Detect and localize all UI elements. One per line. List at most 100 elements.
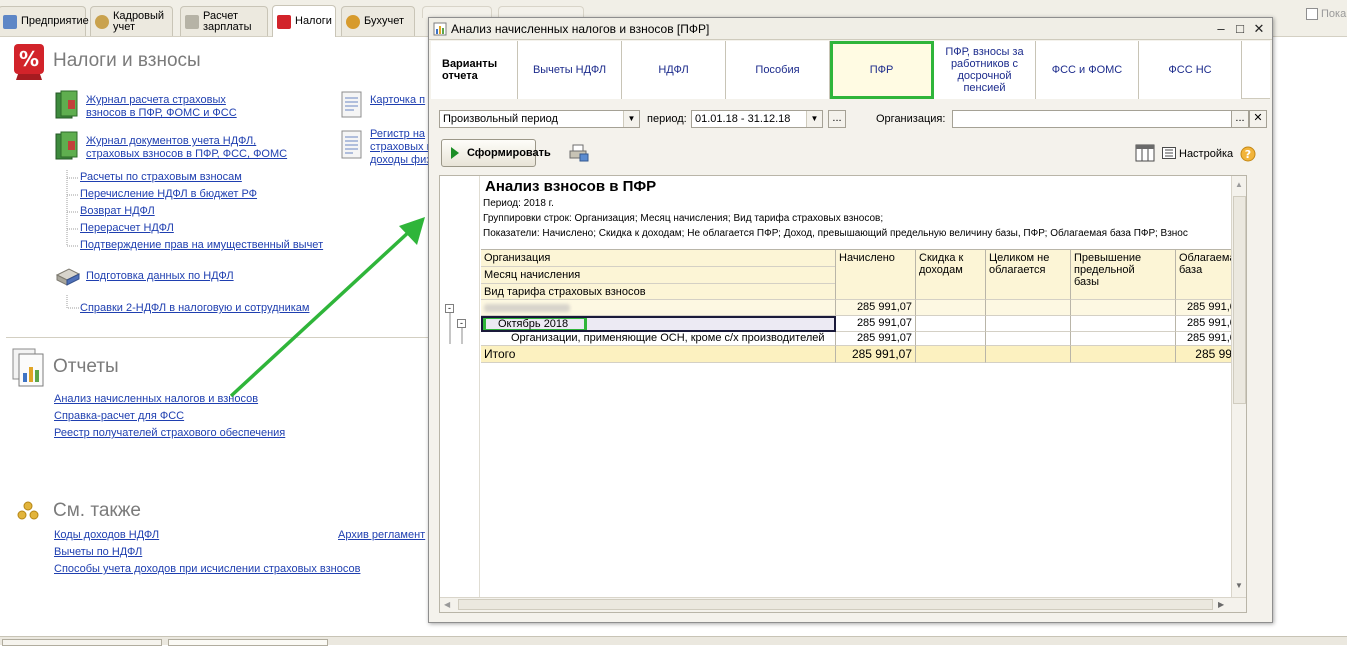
show-toggle[interactable]: Пока	[1306, 8, 1346, 20]
ndfl-journal-link-line2[interactable]: страховых взносов в ПФР, ФСС, ФОМС	[86, 148, 287, 161]
tab-pfr[interactable]: ПФР	[830, 41, 934, 99]
table-row-tariff-label[interactable]: Организации, применяющие ОСН, кроме с/х …	[481, 332, 836, 346]
chevron-down-icon[interactable]: ▼	[623, 111, 639, 127]
cell-excess[interactable]	[1071, 332, 1176, 346]
generate-button[interactable]: Сформировать	[441, 139, 551, 167]
window-title: Анализ начисленных налогов и взносов [ПФ…	[451, 21, 710, 36]
ndfl-journal-link[interactable]: Журнал документов учета НДФЛ,	[86, 135, 256, 148]
settings-button[interactable]: Настройка	[1179, 148, 1233, 160]
reports-archive-link[interactable]: Архив регламент	[338, 529, 425, 542]
ndfl-income-codes-link[interactable]: Коды доходов НДФЛ	[54, 529, 159, 542]
cell-discount[interactable]	[916, 332, 986, 346]
print-preview-icon[interactable]	[569, 144, 589, 162]
table-row-org-label[interactable]	[481, 300, 836, 316]
total-accrued[interactable]: 285 991,07	[836, 346, 916, 363]
total-exempt[interactable]	[986, 346, 1071, 363]
tab-pfr-early-pension[interactable]: ПФР, взносы за работников с досрочной пе…	[934, 41, 1036, 99]
register-link-line3[interactable]: доходы физ	[370, 154, 431, 167]
section-tab-taxes[interactable]: Налоги	[272, 5, 336, 37]
period-type-value: Произвольный период	[443, 113, 558, 125]
cell-discount[interactable]	[916, 300, 986, 316]
insurance-recipients-link[interactable]: Реестр получателей страхового обеспечени…	[54, 427, 285, 440]
taxes-group-title: Налоги и взносы	[53, 50, 201, 71]
maximize-icon[interactable]: □	[1232, 21, 1248, 37]
close-icon[interactable]: ✕	[1251, 21, 1267, 37]
cell-excess[interactable]	[1071, 316, 1176, 332]
register-link-line2[interactable]: страховых в	[370, 141, 432, 154]
scroll-up-icon[interactable]: ▲	[1235, 180, 1243, 189]
horizontal-scrollbar[interactable]: ◀ ▶	[440, 597, 1246, 612]
cell-accrued[interactable]: 285 991,07	[836, 332, 916, 346]
total-excess[interactable]	[1071, 346, 1176, 363]
show-label: Пока	[1321, 8, 1347, 20]
generate-button-label: Сформировать	[467, 147, 551, 159]
ndfl-recalc-link[interactable]: Перерасчет НДФЛ	[80, 222, 174, 235]
blurred-organization	[484, 304, 570, 312]
register-link[interactable]: Регистр на	[370, 128, 425, 141]
period-field[interactable]: 01.01.18 - 31.12.18 ▼	[691, 110, 823, 128]
tab-ndfl-deductions[interactable]: Вычеты НДФЛ	[518, 41, 622, 99]
period-select-button[interactable]: ...	[828, 110, 846, 128]
tab-ndfl[interactable]: НДФЛ	[622, 41, 726, 99]
organization-select-button[interactable]: ...	[1231, 110, 1249, 128]
report-sheet[interactable]: Анализ взносов в ПФР Период: 2018 г. Гру…	[439, 175, 1247, 613]
ndfl-deductions-link[interactable]: Вычеты по НДФЛ	[54, 546, 142, 559]
section-tab-accounting[interactable]: Бухучет	[341, 6, 415, 36]
horizontal-scroll-thumb[interactable]	[458, 599, 1213, 610]
tab-fss-ns[interactable]: ФСС НС	[1139, 41, 1242, 99]
section-tab-enterprise[interactable]: Предприятие	[0, 6, 89, 36]
window-layout-icon[interactable]	[1135, 144, 1155, 162]
period-type-select[interactable]: Произвольный период ▼	[439, 110, 640, 128]
help-icon[interactable]: ?	[1240, 146, 1256, 162]
pfr-journal-link-line2[interactable]: взносов в ПФР, ФОМС и ФСС	[86, 107, 237, 120]
svg-text:%: %	[19, 47, 39, 71]
total-label[interactable]: Итого	[481, 346, 836, 363]
tab-fss-foms[interactable]: ФСС и ФОМС	[1036, 41, 1139, 99]
cell-exempt[interactable]	[986, 316, 1071, 332]
cell-exempt[interactable]	[986, 332, 1071, 346]
pfr-journal-link[interactable]: Журнал расчета страховых	[86, 94, 226, 107]
cell-exempt[interactable]	[986, 300, 1071, 316]
section-tab-label: Налоги	[295, 15, 332, 27]
organization-field[interactable]	[952, 110, 1232, 128]
tab-benefits[interactable]: Пособия	[726, 41, 830, 99]
vertical-scroll-thumb[interactable]	[1233, 196, 1246, 404]
header-discount-line1: Скидка к	[919, 252, 964, 264]
table-row-month-label[interactable]: Октябрь 2018	[481, 316, 836, 332]
header-tariff-type: Вид тарифа страховых взносов	[481, 283, 835, 298]
journal-book-icon	[55, 90, 78, 119]
tree-lines	[449, 313, 463, 344]
vertical-scrollbar[interactable]: ▲ ▼	[1231, 176, 1246, 599]
section-tab-payroll[interactable]: Расчет зарплаты	[180, 6, 268, 36]
month-label: Октябрь 2018	[498, 318, 569, 330]
cell-accrued[interactable]: 285 991,07	[836, 316, 916, 332]
ndfl-prep-link[interactable]: Подготовка данных по НДФЛ	[86, 270, 234, 283]
section-tab-personnel[interactable]: Кадровый учет	[90, 6, 173, 36]
card-link[interactable]: Карточка п	[370, 94, 425, 107]
payroll-icon	[185, 14, 199, 29]
organization-label: Организация:	[876, 113, 946, 125]
insurance-calc-link[interactable]: Расчеты по страховым взносам	[80, 171, 242, 184]
show-checkbox[interactable]	[1306, 8, 1318, 20]
cell-accrued[interactable]: 285 991,07	[836, 300, 916, 316]
cell-discount[interactable]	[916, 316, 986, 332]
ndfl-refund-link[interactable]: Возврат НДФЛ	[80, 205, 155, 218]
organization-clear-icon[interactable]: ✕	[1249, 110, 1267, 128]
fss-statement-link[interactable]: Справка-расчет для ФСС	[54, 410, 184, 423]
income-accounting-methods-link[interactable]: Способы учета доходов при исчислении стр…	[54, 563, 360, 576]
header-excess-line1: Превышение	[1074, 252, 1142, 264]
open-windows-bar	[0, 636, 1347, 646]
window-titlebar[interactable]: Анализ начисленных налогов и взносов [ПФ…	[429, 18, 1272, 40]
total-discount[interactable]	[916, 346, 986, 363]
minimize-icon[interactable]: –	[1213, 21, 1229, 37]
card-document-icon	[341, 91, 362, 118]
ndfl-transfer-link[interactable]: Перечисление НДФЛ в бюджет РФ	[80, 188, 257, 201]
collapse-org-icon[interactable]: -	[445, 304, 454, 313]
scroll-down-icon[interactable]: ▼	[1235, 581, 1243, 590]
scroll-left-icon[interactable]: ◀	[444, 600, 450, 609]
chevron-down-icon[interactable]: ▼	[806, 111, 822, 127]
report-window: Анализ начисленных налогов и взносов [ПФ…	[428, 17, 1273, 623]
cell-excess[interactable]	[1071, 300, 1176, 316]
scroll-right-icon[interactable]: ▶	[1218, 600, 1224, 609]
period-value: 01.01.18 - 31.12.18	[695, 113, 791, 125]
